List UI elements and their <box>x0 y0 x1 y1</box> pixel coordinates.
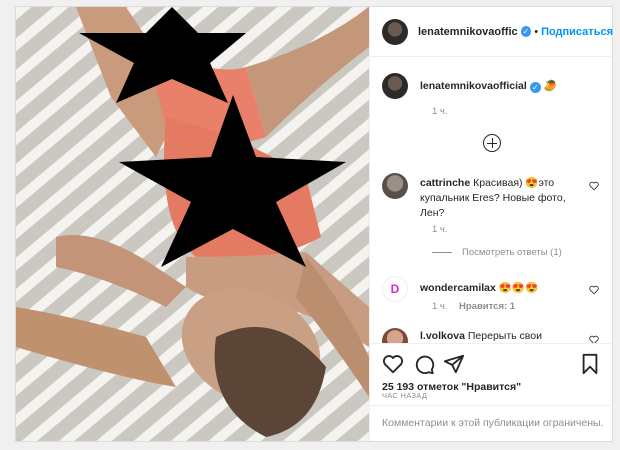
post-header: lenatemnikovaoffic ✓ • Подписаться <box>370 7 613 57</box>
comment-icon[interactable] <box>413 353 435 375</box>
post-photo[interactable] <box>16 7 369 441</box>
comment-avatar[interactable] <box>382 173 408 199</box>
post-sidebar: lenatemnikovaoffic ✓ • Подписаться lenat… <box>369 7 613 441</box>
verified-icon: ✓ <box>520 26 532 37</box>
comment-username[interactable]: l.volkova <box>420 330 465 342</box>
bookmark-icon[interactable] <box>579 353 601 375</box>
comment-time: 1 ч. <box>432 224 448 235</box>
comment-time: 1 ч. <box>432 301 448 312</box>
comment-row: l.volkova Перерыть свои <box>382 328 590 343</box>
heart-icon[interactable] <box>382 353 404 375</box>
brand-logo-icon: D <box>390 282 400 296</box>
separator-dot: • <box>534 25 539 38</box>
comment-avatar[interactable]: D <box>382 276 408 302</box>
comment-username[interactable]: wondercamilax <box>420 282 496 294</box>
author-username[interactable]: lenatemnikovaoffic <box>418 26 518 38</box>
caption-emoji: 🥭 <box>543 80 557 92</box>
comment-text: Перерыть свои <box>467 330 542 342</box>
follow-button[interactable]: Подписаться <box>541 26 613 38</box>
view-replies-button[interactable]: Посмотреть ответы (1) <box>432 247 562 258</box>
comment-text: 😍😍😍 <box>498 282 539 294</box>
caption-row: lenatemnikovaofficial ✓ 🥭 <box>382 73 590 99</box>
comments-restricted-notice: Комментарии к этой публикации ограничены… <box>370 405 613 441</box>
post-timestamp: ЧАС НАЗАД <box>382 391 428 400</box>
view-replies-label: Посмотреть ответы (1) <box>462 247 562 258</box>
comment-username[interactable]: cattrinche <box>420 177 470 189</box>
caption-avatar[interactable] <box>382 73 408 99</box>
share-icon[interactable] <box>443 353 465 375</box>
comment-like-icon[interactable] <box>589 335 599 343</box>
comment-likes[interactable]: Нравится: 1 <box>459 301 515 312</box>
author-avatar[interactable] <box>382 18 408 45</box>
comment-avatar[interactable] <box>382 328 408 343</box>
comment-row: cattrinche Красивая) 😍это купальник Eres… <box>382 173 590 221</box>
comment-like-icon[interactable] <box>589 285 599 295</box>
caption-username[interactable]: lenatemnikovaofficial <box>420 80 527 92</box>
comments-list: lenatemnikovaofficial ✓ 🥭 1 ч. cattrinche… <box>370 58 613 343</box>
comment-like-icon[interactable] <box>589 181 599 191</box>
comment-row: D wondercamilax 😍😍😍 <box>382 276 590 302</box>
load-more-icon[interactable] <box>483 134 501 152</box>
replies-line <box>432 252 452 253</box>
verified-icon: ✓ <box>529 82 541 93</box>
caption-time: 1 ч. <box>432 106 448 117</box>
post-modal: lenatemnikovaoffic ✓ • Подписаться lenat… <box>15 6 613 442</box>
post-image <box>16 7 369 441</box>
